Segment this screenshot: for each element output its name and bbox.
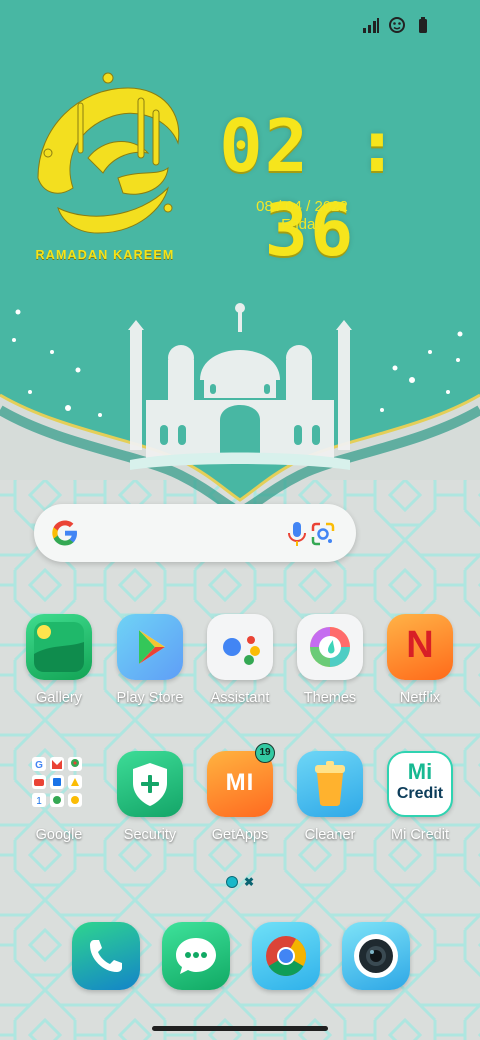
app-label: Play Store (116, 690, 184, 706)
cleaner-icon (297, 751, 363, 817)
app-play-store[interactable]: Play Store (107, 614, 193, 706)
app-label: Mi Credit (390, 827, 449, 843)
google-lens-icon[interactable] (310, 521, 336, 547)
face-icon (388, 16, 406, 34)
dock-phone[interactable] (72, 922, 140, 990)
getapps-glyph: MI (225, 769, 255, 796)
page-indicator[interactable]: ✖ (226, 876, 254, 888)
mi-credit-glyph-bottom: Credit (396, 785, 444, 802)
chrome-icon (266, 936, 306, 976)
security-icon (117, 751, 183, 817)
svg-text:G: G (35, 760, 43, 771)
page-dot-active[interactable] (226, 876, 238, 888)
home-indicator[interactable] (152, 1026, 328, 1031)
app-netflix[interactable]: N Netflix (377, 614, 463, 706)
app-cleaner[interactable]: Cleaner (287, 751, 373, 843)
getapps-icon: MI 19 (207, 743, 275, 817)
ramadan-kareem-text: RAMADAN KAREEM (35, 248, 175, 262)
app-label: Gallery (36, 690, 82, 706)
app-mi-credit[interactable]: Mi Credit Mi Credit (377, 751, 463, 843)
clock-day: Friday (281, 216, 323, 233)
google-g-icon (50, 518, 80, 548)
netflix-icon: N (387, 614, 453, 680)
dock-chrome[interactable] (252, 922, 320, 990)
app-security[interactable]: Security (107, 751, 193, 843)
gallery-icon (26, 614, 92, 680)
app-label: Google (35, 827, 83, 843)
netflix-glyph: N (406, 624, 434, 666)
app-label: GetApps (211, 827, 269, 843)
app-label: Assistant (210, 690, 270, 706)
signal-icon (362, 16, 380, 34)
ramadan-calligraphy-image (37, 72, 180, 234)
battery-icon (414, 16, 432, 34)
app-label: Themes (303, 690, 357, 706)
page-dot-x-icon[interactable]: ✖ (244, 876, 254, 888)
app-themes[interactable]: Themes (287, 614, 373, 706)
google-folder-icon: G 1 (26, 751, 92, 817)
app-label: Cleaner (304, 827, 356, 843)
microphone-icon[interactable] (286, 521, 308, 547)
app-google-folder[interactable]: G 1 Google (16, 751, 102, 843)
svg-text:1: 1 (36, 796, 42, 807)
mi-credit-icon: Mi Credit (387, 751, 453, 817)
clock-time[interactable]: 02 : 36 (190, 104, 430, 272)
themes-icon (297, 614, 363, 680)
status-bar (362, 16, 432, 34)
dock-messages[interactable] (162, 922, 230, 990)
camera-icon (354, 934, 398, 978)
mi-credit-glyph-top: Mi (407, 759, 433, 784)
phone-icon (90, 940, 122, 972)
notification-badge: 19 (255, 743, 275, 763)
google-search-bar[interactable] (34, 504, 356, 562)
messages-icon (176, 938, 216, 974)
app-assistant[interactable]: Assistant (197, 614, 283, 706)
app-label: Netflix (399, 690, 441, 706)
app-getapps[interactable]: MI 19 GetApps (197, 743, 283, 843)
clock-date: 08 / 04 / 2022 (256, 198, 348, 215)
play-store-icon (117, 614, 183, 680)
mosque-illustration (128, 303, 352, 470)
app-gallery[interactable]: Gallery (16, 614, 102, 706)
assistant-icon (207, 614, 273, 680)
app-label: Security (123, 827, 177, 843)
dock-camera[interactable] (342, 922, 410, 990)
